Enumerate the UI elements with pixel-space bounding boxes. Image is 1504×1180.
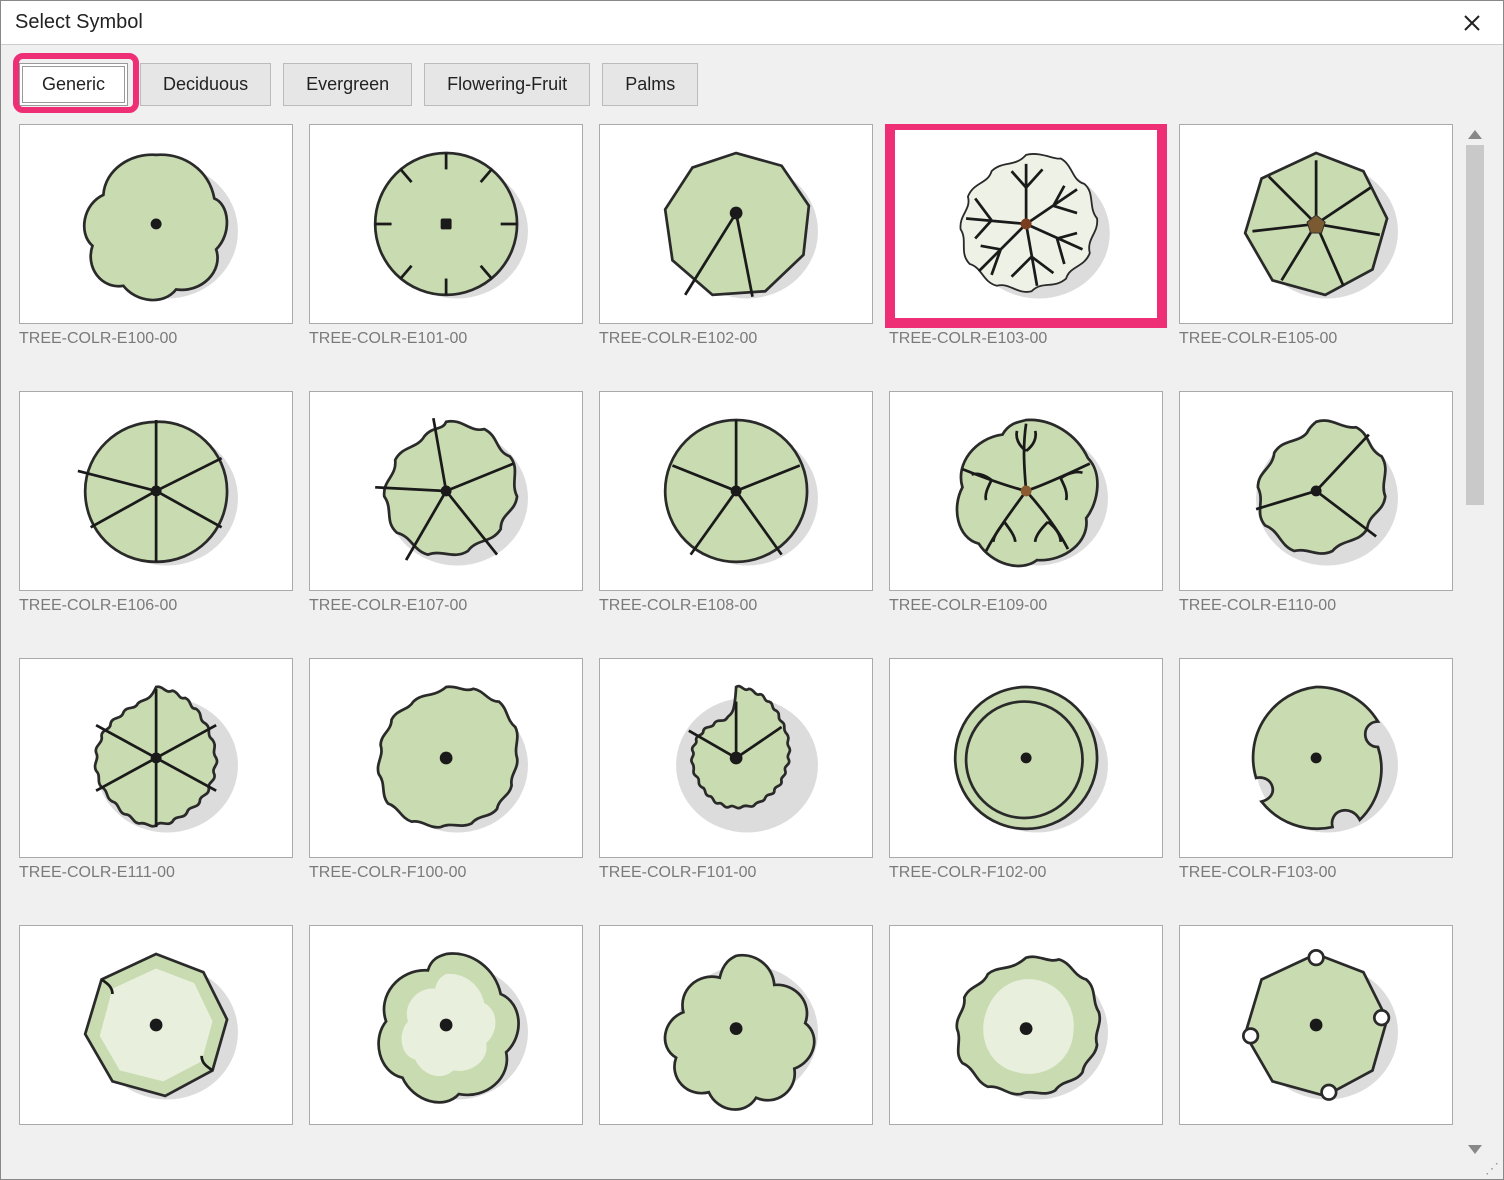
symbol-label: TREE-COLR-E106-00 — [19, 597, 293, 615]
symbol-cell[interactable]: TREE-COLR-F101-00 — [599, 658, 873, 911]
symbol-label: TREE-COLR-E111-00 — [19, 864, 293, 882]
symbol-thumbnail[interactable] — [599, 391, 873, 591]
tab-palms[interactable]: Palms — [602, 63, 698, 106]
symbol-thumbnail[interactable] — [309, 391, 583, 591]
symbol-cell[interactable]: TREE-COLR-E103-00 — [889, 124, 1163, 377]
symbol-thumbnail[interactable] — [309, 925, 583, 1125]
symbol-cell[interactable]: TREE-COLR-E109-00 — [889, 391, 1163, 644]
symbol-label: TREE-COLR-E108-00 — [599, 597, 873, 615]
symbol-cell[interactable] — [19, 925, 293, 1160]
symbol-thumbnail[interactable] — [19, 925, 293, 1125]
symbol-cell[interactable]: TREE-COLR-E111-00 — [19, 658, 293, 911]
symbol-cell[interactable]: TREE-COLR-E107-00 — [309, 391, 583, 644]
symbol-cell[interactable]: TREE-COLR-F103-00 — [1179, 658, 1453, 911]
window-title: Select Symbol — [15, 11, 143, 34]
symbol-label: TREE-COLR-E103-00 — [889, 330, 1163, 348]
close-icon — [1463, 14, 1481, 32]
tab-flowering-fruit[interactable]: Flowering-Fruit — [424, 63, 590, 106]
tab-deciduous[interactable]: Deciduous — [140, 63, 271, 106]
symbol-thumbnail[interactable] — [599, 124, 873, 324]
symbol-thumbnail[interactable] — [1179, 391, 1453, 591]
symbol-thumbnail[interactable] — [889, 124, 1163, 324]
symbol-cell[interactable] — [599, 925, 873, 1160]
symbol-label: TREE-COLR-E105-00 — [1179, 330, 1453, 348]
close-button[interactable] — [1455, 6, 1489, 40]
titlebar: Select Symbol — [1, 1, 1503, 45]
symbol-cell[interactable]: TREE-COLR-E100-00 — [19, 124, 293, 377]
symbol-label: TREE-COLR-E110-00 — [1179, 597, 1453, 615]
symbol-label: TREE-COLR-F100-00 — [309, 864, 583, 882]
symbol-thumbnail[interactable] — [1179, 925, 1453, 1125]
symbol-cell[interactable] — [309, 925, 583, 1160]
symbol-label: TREE-COLR-E109-00 — [889, 597, 1163, 615]
symbol-label: TREE-COLR-F103-00 — [1179, 864, 1453, 882]
symbol-thumbnail[interactable] — [889, 658, 1163, 858]
tab-evergreen[interactable]: Evergreen — [283, 63, 412, 106]
symbol-thumbnail[interactable] — [19, 658, 293, 858]
scroll-up-icon[interactable] — [1468, 130, 1482, 139]
symbol-cell[interactable]: TREE-COLR-E106-00 — [19, 391, 293, 644]
scroll-thumb[interactable] — [1466, 145, 1484, 505]
symbol-cell[interactable] — [1179, 925, 1453, 1160]
symbol-thumbnail[interactable] — [599, 658, 873, 858]
symbol-label: TREE-COLR-E102-00 — [599, 330, 873, 348]
tab-generic[interactable]: Generic — [19, 63, 128, 106]
symbol-thumbnail[interactable] — [1179, 124, 1453, 324]
symbol-thumbnail[interactable] — [19, 391, 293, 591]
symbol-thumbnail[interactable] — [309, 658, 583, 858]
symbol-thumbnail[interactable] — [889, 925, 1163, 1125]
symbol-label: TREE-COLR-E101-00 — [309, 330, 583, 348]
symbol-label: TREE-COLR-E107-00 — [309, 597, 583, 615]
symbol-cell[interactable]: TREE-COLR-E105-00 — [1179, 124, 1453, 377]
symbol-cell[interactable]: TREE-COLR-F102-00 — [889, 658, 1163, 911]
symbol-cell[interactable]: TREE-COLR-E108-00 — [599, 391, 873, 644]
symbol-label: TREE-COLR-F102-00 — [889, 864, 1163, 882]
dialog-content: Generic Deciduous Evergreen Flowering-Fr… — [1, 45, 1503, 1179]
symbol-thumbnail[interactable] — [889, 391, 1163, 591]
symbol-label: TREE-COLR-F101-00 — [599, 864, 873, 882]
symbol-thumbnail[interactable] — [309, 124, 583, 324]
scroll-track[interactable] — [1466, 145, 1484, 1145]
symbol-grid: TREE-COLR-E100-00 TREE-COLR-E101-00 TREE-C… — [19, 124, 1465, 1160]
symbol-cell[interactable] — [889, 925, 1163, 1160]
symbol-cell[interactable]: TREE-COLR-F100-00 — [309, 658, 583, 911]
category-tabs: Generic Deciduous Evergreen Flowering-Fr… — [19, 63, 1485, 106]
scrollbar[interactable] — [1465, 124, 1485, 1160]
resize-grip-icon[interactable]: ⋰ — [1485, 1163, 1499, 1177]
symbol-thumbnail[interactable] — [19, 124, 293, 324]
symbol-thumbnail[interactable] — [599, 925, 873, 1125]
scroll-down-icon[interactable] — [1468, 1145, 1482, 1154]
symbol-thumbnail[interactable] — [1179, 658, 1453, 858]
symbol-cell[interactable]: TREE-COLR-E101-00 — [309, 124, 583, 377]
symbol-cell[interactable]: TREE-COLR-E110-00 — [1179, 391, 1453, 644]
symbol-cell[interactable]: TREE-COLR-E102-00 — [599, 124, 873, 377]
symbol-label: TREE-COLR-E100-00 — [19, 330, 293, 348]
